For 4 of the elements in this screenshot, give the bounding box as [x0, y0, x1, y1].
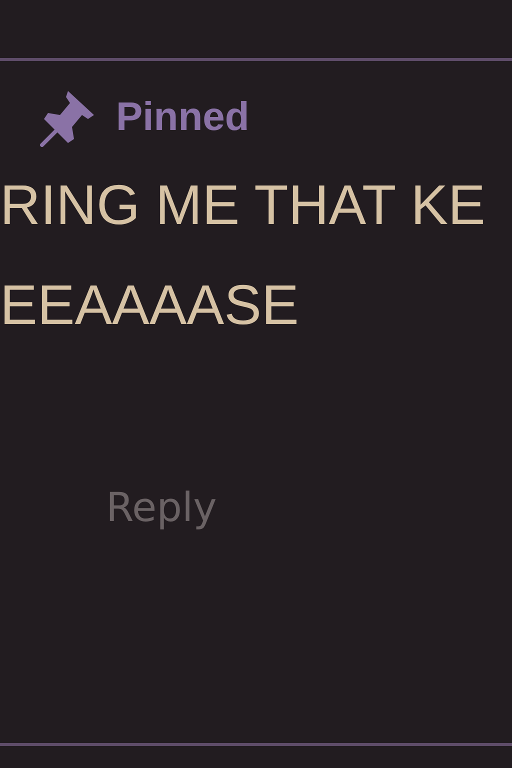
reply-button[interactable]: Reply — [106, 485, 217, 531]
comment-text: EEAAAASE — [0, 272, 300, 338]
comment-text: RING ME THAT KE — [0, 172, 486, 238]
pinned-label: Pinned — [116, 94, 250, 140]
